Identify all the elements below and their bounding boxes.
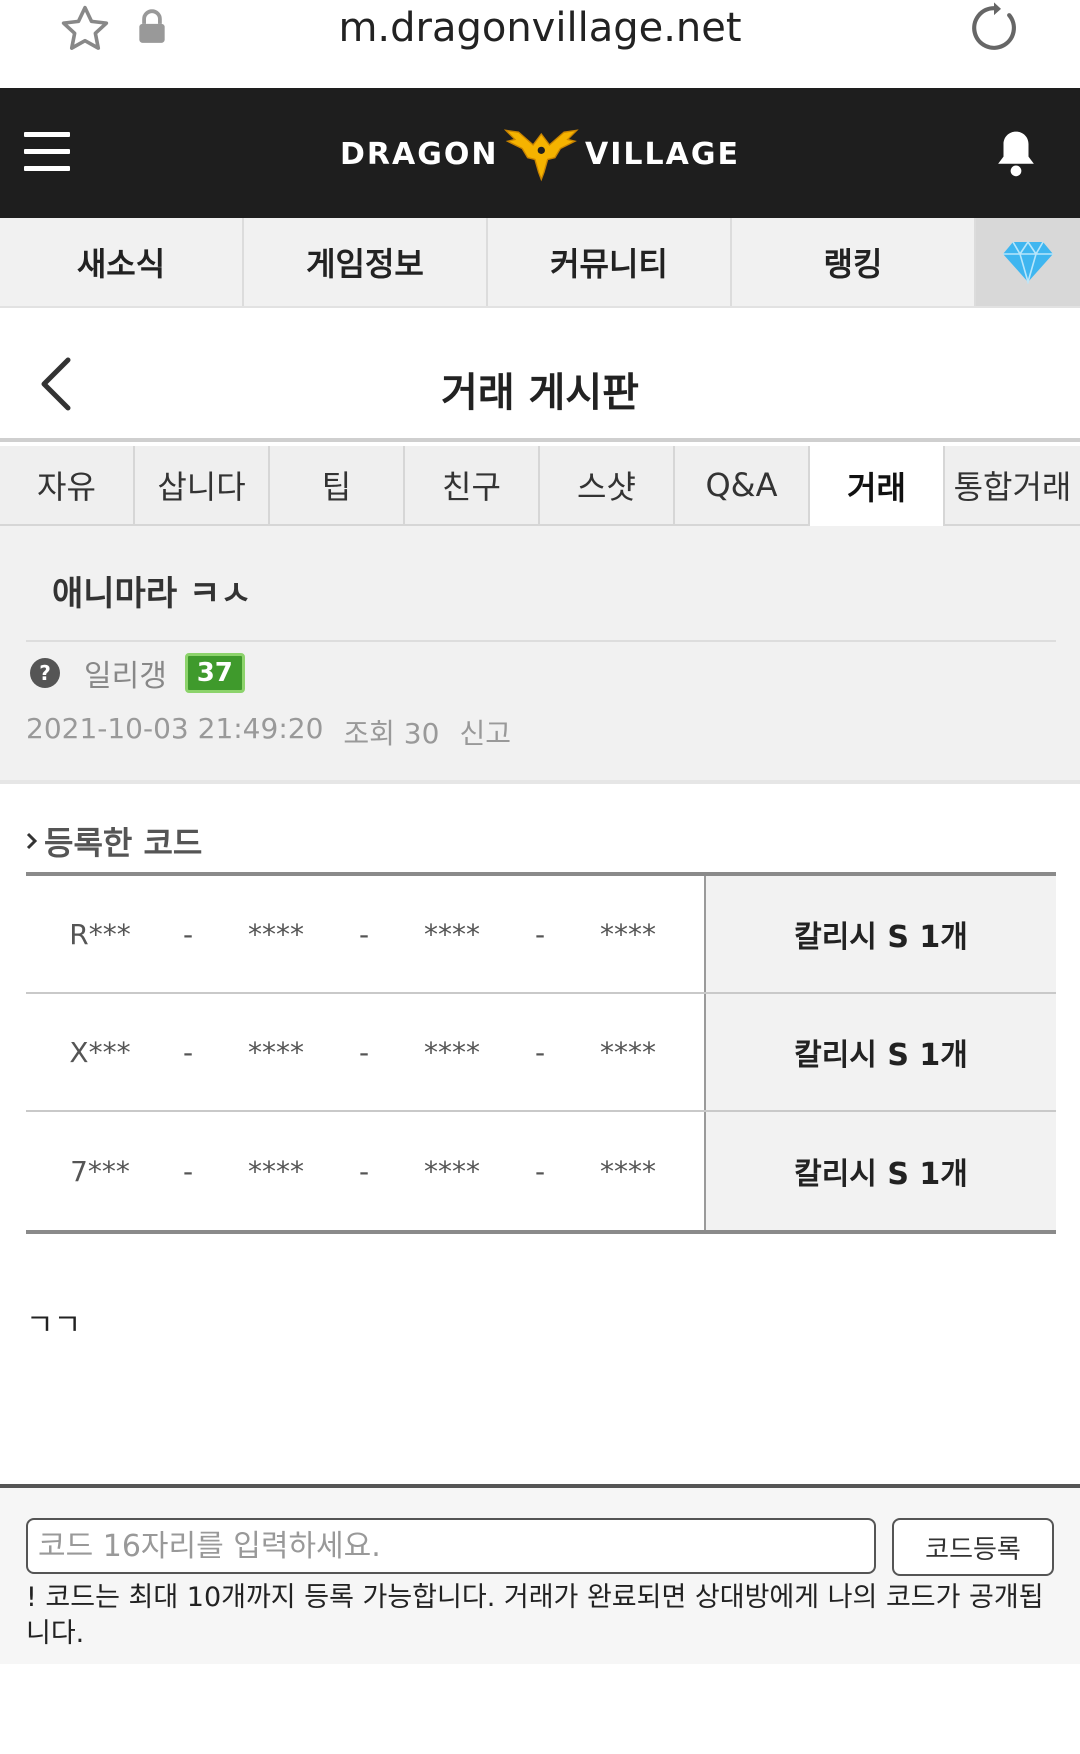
code-dash: - bbox=[182, 1035, 194, 1069]
post-body: ㄱㄱ bbox=[26, 1308, 82, 1343]
url-text[interactable]: m.dragonvillage.net bbox=[0, 2, 1080, 54]
logo-text-right: VILLAGE bbox=[585, 136, 740, 172]
main-nav: 새소식 게임정보 커뮤니티 랭킹 bbox=[0, 218, 1080, 308]
code-dash: - bbox=[358, 1154, 370, 1188]
tab-buy[interactable]: 삽니다 bbox=[135, 446, 270, 526]
tab-qna[interactable]: Q&A bbox=[675, 446, 810, 526]
code-segment: **** bbox=[424, 917, 480, 951]
dragon-emblem-icon bbox=[504, 129, 580, 182]
code-dash: - bbox=[182, 917, 194, 951]
tab-screenshot[interactable]: 스샷 bbox=[540, 446, 675, 526]
site-logo[interactable]: DRAGON VILLAGE bbox=[340, 122, 740, 186]
nav-news[interactable]: 새소식 bbox=[0, 218, 244, 306]
tab-trade[interactable]: 거래 bbox=[810, 446, 945, 526]
reload-icon[interactable] bbox=[966, 0, 1022, 56]
code-value: X*** - **** - **** - **** bbox=[26, 994, 706, 1110]
code-value: 7*** - **** - **** - **** bbox=[26, 1112, 706, 1230]
nav-community[interactable]: 커뮤니티 bbox=[488, 218, 732, 306]
level-badge: 37 bbox=[184, 653, 245, 693]
divider bbox=[26, 640, 1056, 642]
codes-table: R*** - **** - **** - **** 칼리시 S 1개 X*** … bbox=[26, 872, 1056, 1234]
browser-url-bar: m.dragonvillage.net bbox=[0, 0, 1080, 88]
post-meta: 2021-10-03 21:49:20 조회 30 신고 bbox=[26, 712, 531, 752]
premium-button[interactable] bbox=[976, 218, 1080, 306]
codes-label-text: 등록한 코드 bbox=[44, 824, 203, 862]
register-code-button[interactable]: 코드등록 bbox=[892, 1518, 1054, 1576]
post-datetime: 2021-10-03 21:49:20 bbox=[26, 712, 324, 745]
code-dash: - bbox=[358, 1035, 370, 1069]
code-row: 7*** - **** - **** - **** 칼리시 S 1개 bbox=[26, 1112, 1056, 1230]
code-dash: - bbox=[358, 917, 370, 951]
code-reward: 칼리시 S 1개 bbox=[706, 876, 1056, 992]
code-value: R*** - **** - **** - **** bbox=[26, 876, 706, 992]
code-segment: **** bbox=[248, 917, 304, 951]
tab-tip[interactable]: 팁 bbox=[270, 446, 405, 526]
tab-friend[interactable]: 친구 bbox=[405, 446, 540, 526]
code-reward: 칼리시 S 1개 bbox=[706, 994, 1056, 1110]
code-segment: **** bbox=[248, 1154, 304, 1188]
codes-label: 등록한 코드 bbox=[24, 818, 202, 864]
code-notice: ! 코드는 최대 10개까지 등록 가능합니다. 거래가 완료되면 상대방에게 … bbox=[26, 1582, 1044, 1649]
hamburger-menu-icon[interactable] bbox=[24, 132, 70, 172]
code-input[interactable] bbox=[26, 1518, 876, 1574]
post-views: 조회 30 bbox=[343, 717, 440, 750]
code-register-form: 코드등록 ! 코드는 최대 10개까지 등록 가능합니다. 거래가 완료되면 상… bbox=[0, 1484, 1080, 1664]
code-segment: X*** bbox=[69, 1035, 131, 1069]
code-dash: - bbox=[534, 1154, 546, 1188]
diamond-icon bbox=[1003, 240, 1053, 284]
code-segment: **** bbox=[600, 1035, 656, 1069]
chevron-right-icon bbox=[26, 832, 38, 850]
nav-game-info[interactable]: 게임정보 bbox=[244, 218, 488, 306]
page-title-bar: 거래 게시판 bbox=[0, 310, 1080, 442]
code-segment: **** bbox=[600, 1154, 656, 1188]
code-segment: **** bbox=[424, 1035, 480, 1069]
question-icon: ? bbox=[30, 658, 60, 688]
board-tabs: 자유 삽니다 팁 친구 스샷 Q&A 거래 통합거래 bbox=[0, 446, 1080, 526]
post-header: 애니마라 ㅋㅅ ? 일리갱 37 2021-10-03 21:49:20 조회 … bbox=[0, 526, 1080, 784]
code-dash: - bbox=[534, 917, 546, 951]
code-row: X*** - **** - **** - **** 칼리시 S 1개 bbox=[26, 994, 1056, 1112]
post-title: 애니마라 ㅋㅅ bbox=[52, 574, 252, 614]
bell-icon[interactable] bbox=[994, 128, 1038, 178]
code-segment: R*** bbox=[69, 917, 131, 951]
site-header: DRAGON VILLAGE bbox=[0, 88, 1080, 218]
code-row: R*** - **** - **** - **** 칼리시 S 1개 bbox=[26, 876, 1056, 994]
code-reward: 칼리시 S 1개 bbox=[706, 1112, 1056, 1230]
report-link[interactable]: 신고 bbox=[459, 712, 511, 752]
page-title: 거래 게시판 bbox=[441, 370, 639, 416]
code-segment: **** bbox=[424, 1154, 480, 1188]
code-segment: **** bbox=[600, 917, 656, 951]
author-name[interactable]: 일리갱 bbox=[84, 651, 167, 695]
code-dash: - bbox=[182, 1154, 194, 1188]
tab-free[interactable]: 자유 bbox=[0, 446, 135, 526]
code-segment: **** bbox=[248, 1035, 304, 1069]
code-segment: 7*** bbox=[70, 1154, 130, 1188]
nav-ranking[interactable]: 랭킹 bbox=[732, 218, 976, 306]
code-dash: - bbox=[534, 1035, 546, 1069]
author-row: ? 일리갱 37 bbox=[30, 650, 245, 696]
logo-text-left: DRAGON bbox=[340, 136, 499, 172]
tab-integrated-trade[interactable]: 통합거래 bbox=[945, 446, 1080, 526]
